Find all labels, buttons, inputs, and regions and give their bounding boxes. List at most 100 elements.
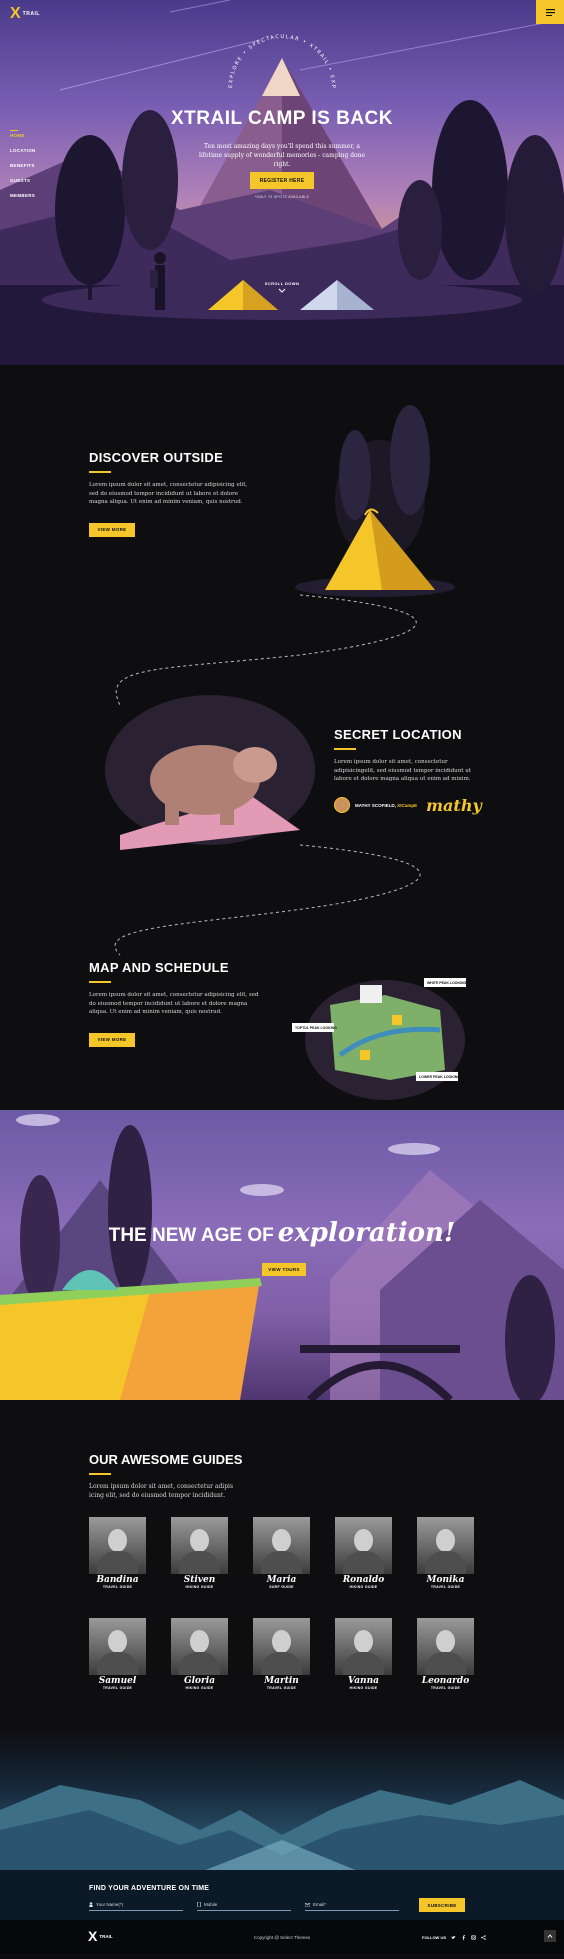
mobile-input[interactable] [204, 1902, 288, 1907]
nav-item-benefits[interactable]: BENEFITS [10, 163, 36, 168]
signup-section: FIND YOUR ADVENTURE ON TIME SUBSCRIBE [0, 1730, 564, 1920]
feature-text: Lorem ipsum dolor sit amet, consectetur … [89, 992, 259, 1016]
title-underline [89, 471, 111, 473]
guide-name: Vanna [348, 1676, 379, 1686]
guide-photo [417, 1517, 474, 1574]
feature-text: Lorem ipsum dolor sit amet, consectetur … [334, 759, 471, 783]
guide-name: Samuel [98, 1676, 137, 1686]
feature-title: DISCOVER OUTSIDE [89, 450, 224, 465]
facebook-icon[interactable] [461, 1935, 466, 1940]
email-field[interactable] [305, 1899, 399, 1911]
guide-photo [253, 1517, 310, 1574]
feature-map-schedule: MAP AND SCHEDULE Lorem ipsum dolor sit a… [89, 960, 264, 1047]
subscribe-button[interactable]: SUBSCRIBE [419, 1898, 465, 1912]
guide-card[interactable]: Gloria HIKING GUIDE [171, 1618, 228, 1690]
author: MATHY SCOFIELD, XtCampE mathy [334, 796, 484, 815]
guides-header: OUR AWESOME GUIDES Lorem ipsum dolor sit… [89, 1452, 242, 1500]
hero-title: XTRAIL CAMP IS BACK [170, 108, 394, 129]
guide-role: TRAVEL GUIDE [102, 1686, 133, 1690]
author-role: XtCampE [397, 802, 418, 808]
guide-role: HIKING GUIDE [185, 1585, 214, 1589]
guide-card[interactable]: Leonardo TRAVEL GUIDE [417, 1618, 474, 1690]
hero-text: Ten most amazing days you'll spend this … [198, 143, 366, 168]
mobile-field[interactable] [197, 1899, 291, 1911]
svg-text:EXPLORE • SPECTACULAR • XTRAIL: EXPLORE • SPECTACULAR • XTRAIL • EXPEDIT… [222, 26, 336, 89]
guide-role: TRAVEL GUIDE [102, 1585, 133, 1589]
signature: mathy [426, 795, 482, 815]
guides-title: OUR AWESOME GUIDES [89, 1452, 243, 1467]
name-input[interactable] [96, 1902, 180, 1907]
hamburger-icon [545, 8, 555, 16]
exploration-heading: THE NEW AGE OF exploration! [0, 1218, 564, 1248]
guide-card[interactable]: Stiven HIKING GUIDE [171, 1517, 228, 1589]
exploration-script: exploration! [277, 1218, 456, 1248]
guide-photo [253, 1618, 310, 1675]
view-more-button[interactable]: VIEW MORE [89, 1032, 135, 1047]
guide-photo [89, 1618, 146, 1675]
nav-item-home[interactable]: HOME [10, 130, 36, 138]
guide-card[interactable]: Maria SURF GUIDE [253, 1517, 310, 1589]
view-tours-button[interactable]: VIEW TOURS [262, 1263, 306, 1276]
guides-section: OUR AWESOME GUIDES Lorem ipsum dolor sit… [0, 1400, 564, 1730]
feature-title: SECRET LOCATION [334, 727, 462, 742]
share-icon[interactable] [481, 1935, 486, 1940]
title-underline [89, 1473, 111, 1475]
guide-role: SURF GUIDE [269, 1585, 294, 1589]
features-section: TOPTUL PEAK LOOKING WHITE PEAK LOOKING L… [0, 365, 564, 1110]
chevron-up-icon [547, 1934, 553, 1938]
author-name: MATHY SCOFIELD, XtCampE [355, 802, 418, 808]
menu-button[interactable] [536, 0, 564, 24]
follow-label: FOLLOW US [422, 1935, 446, 1940]
scroll-down-link[interactable]: SCROLL DOWN [0, 281, 564, 294]
guide-photo [89, 1517, 146, 1574]
guide-photo [171, 1517, 228, 1574]
guide-role: TRAVEL GUIDE [430, 1686, 461, 1690]
logo-text: TRAIL [22, 11, 40, 17]
name-field[interactable] [89, 1899, 183, 1911]
guide-card[interactable]: Monika TRAVEL GUIDE [417, 1517, 474, 1589]
arc-badge-text: EXPLORE • SPECTACULAR • XTRAIL • EXPEDIT… [222, 26, 336, 89]
feature-discover: DISCOVER OUTSIDE Lorem ipsum dolor sit a… [89, 450, 249, 537]
nav-item-location[interactable]: LOCATION [10, 148, 36, 153]
guide-role: HIKING GUIDE [185, 1686, 214, 1690]
logo-mark: X [10, 5, 21, 22]
view-more-button[interactable]: VIEW MORE [89, 522, 135, 537]
phone-icon [197, 1902, 201, 1907]
email-input[interactable] [313, 1902, 397, 1907]
guide-name: Monika [426, 1575, 465, 1585]
nav-item-guests[interactable]: GUESTS [10, 178, 36, 183]
feature-secret-location: SECRET LOCATION Lorem ipsum dolor sit am… [334, 727, 484, 815]
guide-photo [335, 1618, 392, 1675]
guide-name: Maria [266, 1575, 297, 1585]
guide-card[interactable]: Bandina TRAVEL GUIDE [89, 1517, 146, 1589]
logo[interactable]: X TRAIL [10, 5, 40, 23]
chevron-down-icon [278, 288, 286, 293]
spots-note: *ONLY 70 SPOTS AVAILABLE [254, 195, 310, 199]
guide-role: HIKING GUIDE [349, 1585, 378, 1589]
guide-name: Ronaldo [342, 1575, 385, 1585]
guide-card[interactable]: Martin TRAVEL GUIDE [253, 1618, 310, 1690]
guide-photo [171, 1618, 228, 1675]
guide-name: Gloria [183, 1676, 216, 1686]
form-row: SUBSCRIBE [89, 1898, 479, 1912]
signup-form: FIND YOUR ADVENTURE ON TIME SUBSCRIBE [89, 1885, 479, 1912]
guide-name: Leonardo [421, 1676, 470, 1686]
twitter-icon[interactable] [451, 1935, 456, 1940]
feature-text: Lorem ipsum dolor sit amet, consectetur … [89, 482, 248, 506]
guide-role: TRAVEL GUIDE [430, 1585, 461, 1589]
feature-title: MAP AND SCHEDULE [89, 960, 229, 975]
guide-role: HIKING GUIDE [349, 1686, 378, 1690]
guide-card[interactable]: Ronaldo HIKING GUIDE [335, 1517, 392, 1589]
back-to-top-button[interactable] [544, 1930, 556, 1942]
guide-card[interactable]: Vanna HIKING GUIDE [335, 1618, 392, 1690]
guide-photo [417, 1618, 474, 1675]
instagram-icon[interactable] [471, 1935, 476, 1940]
register-button[interactable]: REGISTER HERE [250, 172, 314, 189]
guide-name: Martin [264, 1676, 299, 1686]
guides-text: Lorem ipsum dolor sit amet, consectetur … [89, 1483, 234, 1499]
guide-card[interactable]: Samuel TRAVEL GUIDE [89, 1618, 146, 1690]
mail-icon [305, 1902, 310, 1907]
exploration-section: THE NEW AGE OF exploration! VIEW TOURS [0, 1110, 564, 1400]
user-icon [89, 1902, 93, 1907]
map-label-1: TOPTUL PEAK LOOKING [295, 1026, 337, 1030]
